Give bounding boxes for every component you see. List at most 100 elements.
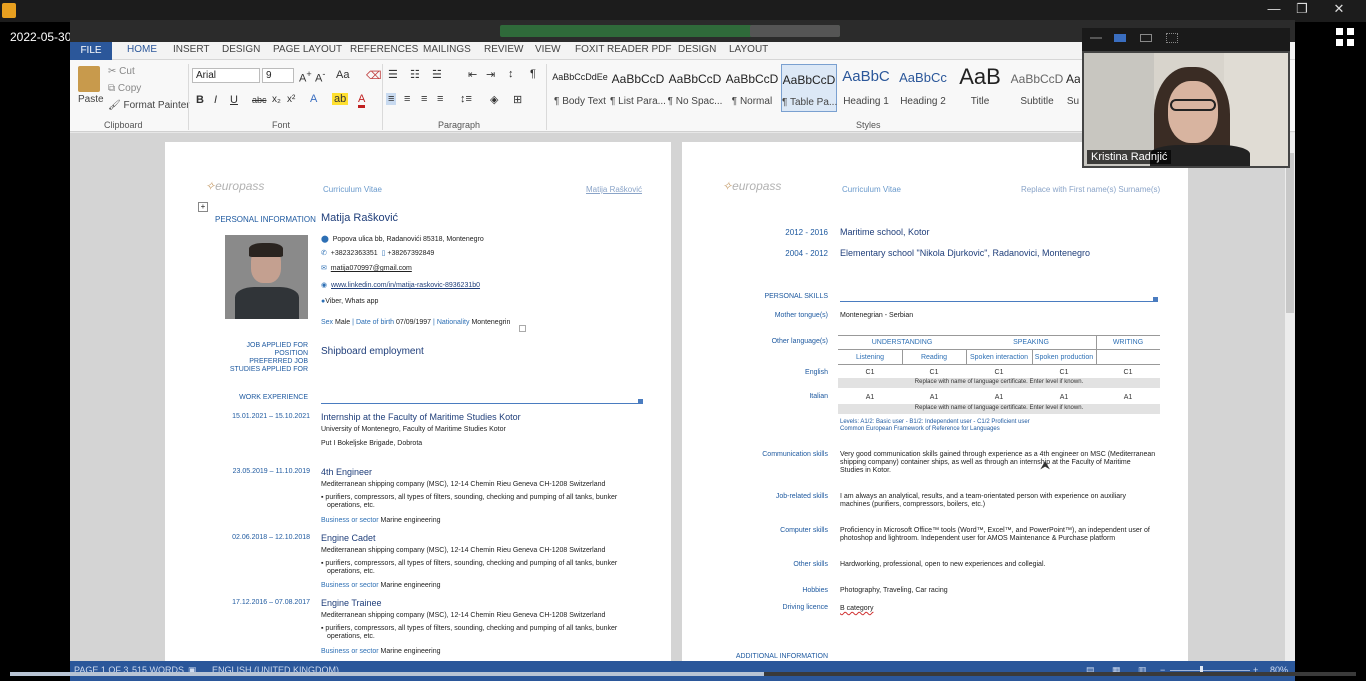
tab-insert[interactable]: INSERT <box>173 44 210 55</box>
numbering-icon[interactable]: ☷ <box>410 68 420 81</box>
grow-font-icon[interactable]: A+ <box>299 69 312 85</box>
font-name-select[interactable]: Arial <box>192 68 260 83</box>
participant-video[interactable]: Kristina Radnjić <box>1082 51 1290 168</box>
align-right-icon[interactable]: ≡ <box>421 93 427 105</box>
style-no-spacing[interactable]: AaBbCcD ¶ No Spac... <box>667 64 723 112</box>
tab-home[interactable]: HOME <box>127 44 157 55</box>
show-formatting-icon[interactable]: ¶ <box>530 68 536 80</box>
style-preview: AaBbC <box>842 68 890 85</box>
style-normal[interactable]: AaBbCcD ¶ Normal <box>724 64 780 112</box>
tab-table-design[interactable]: DESIGN <box>678 44 716 55</box>
tab-table-layout[interactable]: LAYOUT <box>729 44 768 55</box>
align-left-icon[interactable]: ≡ <box>386 93 397 105</box>
checkbox-icon[interactable] <box>519 325 526 332</box>
job-sector: Business or sector Marine engineering <box>321 648 440 655</box>
email[interactable]: matija070997@gmail.com <box>331 265 412 272</box>
tab-design[interactable]: DESIGN <box>222 44 260 55</box>
bold-icon[interactable]: B <box>196 94 204 106</box>
subscript-icon[interactable]: x₂ <box>272 94 281 105</box>
font-size-select[interactable]: 9 <box>262 68 294 83</box>
tab-review[interactable]: REVIEW <box>484 44 523 55</box>
paste-icon[interactable] <box>78 66 100 92</box>
format-painter-button[interactable]: 🖌 Format Painter <box>108 100 190 111</box>
playback-progress-bar[interactable] <box>10 672 1356 676</box>
edu-school: Elementary school "Nikola Djurkovic", Ra… <box>840 248 1091 258</box>
justify-icon[interactable]: ≡ <box>437 93 443 105</box>
personal-info-label: PERSONAL INFORMATION <box>215 215 316 224</box>
copy-button[interactable]: ⧉ Copy <box>108 83 141 94</box>
linkedin-link[interactable]: www.linkedin.com/in/matija-raskovic-8936… <box>331 282 480 289</box>
bullets-icon[interactable]: ☰ <box>388 68 398 81</box>
style-title[interactable]: AaB Title <box>952 64 1008 112</box>
sector-label: Business or sector <box>321 582 379 589</box>
europass-logo-text: europass <box>215 179 265 193</box>
tab-view[interactable]: VIEW <box>535 44 561 55</box>
increase-indent-icon[interactable]: ⇥ <box>486 68 495 81</box>
style-list-paragraph[interactable]: AaBbCcD ¶ List Para... <box>610 64 666 112</box>
lang-level: A1 <box>994 394 1004 401</box>
change-case-icon[interactable]: Aa <box>336 69 349 81</box>
sex-label: Sex <box>321 319 334 326</box>
messenger-row: ●Viber, Whats app <box>321 298 378 305</box>
borders-icon[interactable]: ⊞ <box>513 93 522 106</box>
underline-icon[interactable]: U <box>230 94 238 106</box>
exit-fullscreen-icon[interactable] <box>1336 28 1356 48</box>
close-icon[interactable]: ✕ <box>1320 0 1358 18</box>
sort-icon[interactable]: ↕ <box>508 68 514 80</box>
lang-level: A1 <box>865 394 875 401</box>
font-color-icon[interactable]: A <box>358 93 366 108</box>
table-move-handle-icon[interactable]: + <box>198 202 208 212</box>
italic-icon[interactable]: I <box>214 94 217 106</box>
font-group-label: Font <box>272 120 291 130</box>
strikethrough-icon[interactable]: abc <box>252 95 267 105</box>
job-dates: 23.05.2019 – 11.10.2019 <box>232 468 310 475</box>
tab-mailings[interactable]: MAILINGS <box>423 44 471 55</box>
section-divider <box>321 403 641 404</box>
job-applied-value: Shipboard employment <box>321 346 424 357</box>
edu-dates: 2012 - 2016 <box>785 228 828 237</box>
lang-level: C1 <box>929 369 939 376</box>
job-title: 4th Engineer <box>321 467 373 477</box>
style-heading-1[interactable]: AaBbC Heading 1 <box>838 64 894 112</box>
style-subtle[interactable]: Aa Su <box>1066 64 1080 112</box>
document-area: ✧europass Curriculum Vitae Matija Raškov… <box>70 133 1285 661</box>
style-name: Heading 1 <box>843 96 889 107</box>
sex: Male <box>335 319 351 326</box>
highlight-icon[interactable]: ab <box>332 93 349 105</box>
align-center-icon[interactable]: ≡ <box>404 93 410 105</box>
restore-icon[interactable]: ❐ <box>1283 0 1321 18</box>
mouse-cursor-icon: ⮝ <box>1040 458 1051 472</box>
mother-tongue: Montenegrian - Serbian <box>840 312 914 319</box>
style-heading-2[interactable]: AaBbCc Heading 2 <box>895 64 951 112</box>
zoom-slider[interactable] <box>1170 670 1250 671</box>
line-spacing-icon[interactable]: ↕≡ <box>460 93 472 105</box>
vertical-scrollbar[interactable] <box>1285 133 1295 661</box>
job-dates: 02.06.2018 – 12.10.2018 <box>232 534 310 541</box>
personal-details-row: Sex Male | Date of birth 07/09/1997 | Na… <box>321 319 511 326</box>
style-subtitle[interactable]: AaBbCcD Subtitle <box>1009 64 1065 112</box>
style-table-paragraph[interactable]: AaBbCcD ¶ Table Pa... <box>781 64 837 112</box>
playback-progress-fill <box>10 672 764 676</box>
skill-text: Hardworking, professional, open to new e… <box>840 561 1046 568</box>
shrink-font-icon[interactable]: A- <box>315 69 325 85</box>
text-effects-icon[interactable]: A <box>310 93 317 105</box>
cut-button[interactable]: ✂ Cut <box>108 66 135 77</box>
document-page-2: ✧europass Curriculum Vitae Replace with … <box>682 142 1188 661</box>
shading-icon[interactable]: ◈ <box>490 93 498 106</box>
style-name: Heading 2 <box>900 96 946 107</box>
tab-foxit[interactable]: FOXIT READER PDF <box>575 44 672 55</box>
paste-button[interactable]: Paste <box>78 94 104 105</box>
tab-references[interactable]: REFERENCES <box>350 44 418 55</box>
multilevel-list-icon[interactable]: ☱ <box>432 68 442 81</box>
superscript-icon[interactable]: x² <box>287 94 295 105</box>
style-name: ¶ Normal <box>731 96 773 107</box>
tab-page-layout[interactable]: PAGE LAYOUT <box>273 44 342 55</box>
skill-label: Computer skills <box>780 527 828 534</box>
clear-formatting-icon[interactable]: ⌫ <box>366 69 382 82</box>
address-row: ⬤ Popova ulica bb, Radanovići 85318, Mon… <box>321 235 484 243</box>
decrease-indent-icon[interactable]: ⇤ <box>468 68 477 81</box>
section-divider <box>840 301 1158 302</box>
tab-file[interactable]: FILE <box>70 42 112 60</box>
sector: Marine engineering <box>380 648 441 655</box>
style-body-text[interactable]: AaBbCcDdEe ¶ Body Text <box>552 64 608 112</box>
